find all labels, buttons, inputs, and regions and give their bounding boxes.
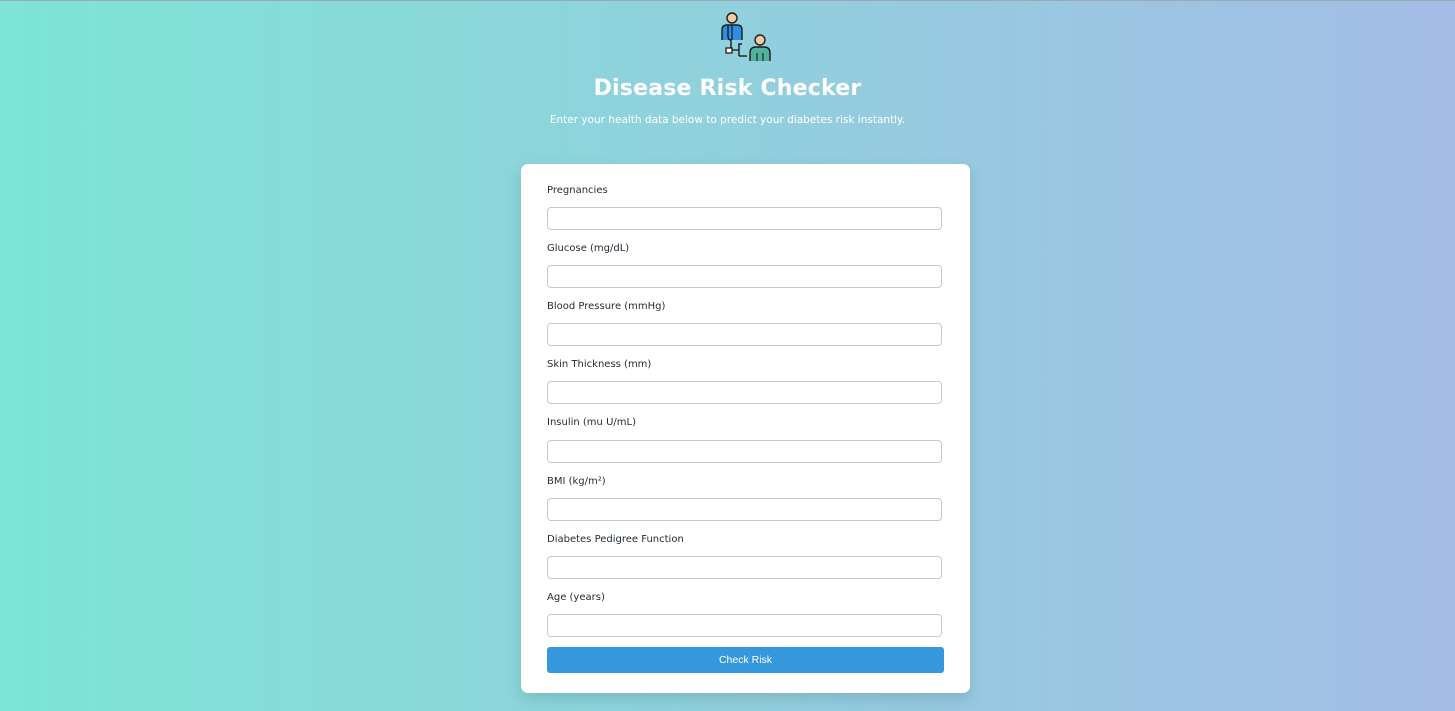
pregnancies-input[interactable] bbox=[547, 207, 942, 230]
page-title: Disease Risk Checker bbox=[593, 76, 862, 101]
doctor-patient-icon bbox=[715, 10, 775, 64]
skin-thickness-label: Skin Thickness (mm) bbox=[547, 359, 652, 370]
age-input[interactable] bbox=[547, 614, 942, 637]
glucose-input[interactable] bbox=[547, 265, 942, 288]
risk-form-card: Pregnancies Glucose (mg/dL) Blood Pressu… bbox=[521, 164, 970, 693]
page-subtitle: Enter your health data below to predict … bbox=[549, 114, 906, 126]
insulin-label: Insulin (mu U/mL) bbox=[547, 417, 636, 428]
age-label: Age (years) bbox=[547, 592, 605, 603]
blood-pressure-input[interactable] bbox=[547, 323, 942, 346]
bmi-label: BMI (kg/m²) bbox=[547, 476, 606, 487]
check-risk-button[interactable]: Check Risk bbox=[547, 647, 944, 673]
insulin-input[interactable] bbox=[547, 440, 942, 463]
glucose-label: Glucose (mg/dL) bbox=[547, 243, 630, 254]
pedigree-label: Diabetes Pedigree Function bbox=[547, 534, 684, 545]
blood-pressure-label: Blood Pressure (mmHg) bbox=[547, 301, 666, 312]
pedigree-input[interactable] bbox=[547, 556, 942, 579]
bmi-input[interactable] bbox=[547, 498, 942, 521]
window-top-border bbox=[0, 0, 1455, 1]
pregnancies-label: Pregnancies bbox=[547, 185, 608, 196]
skin-thickness-input[interactable] bbox=[547, 381, 942, 404]
